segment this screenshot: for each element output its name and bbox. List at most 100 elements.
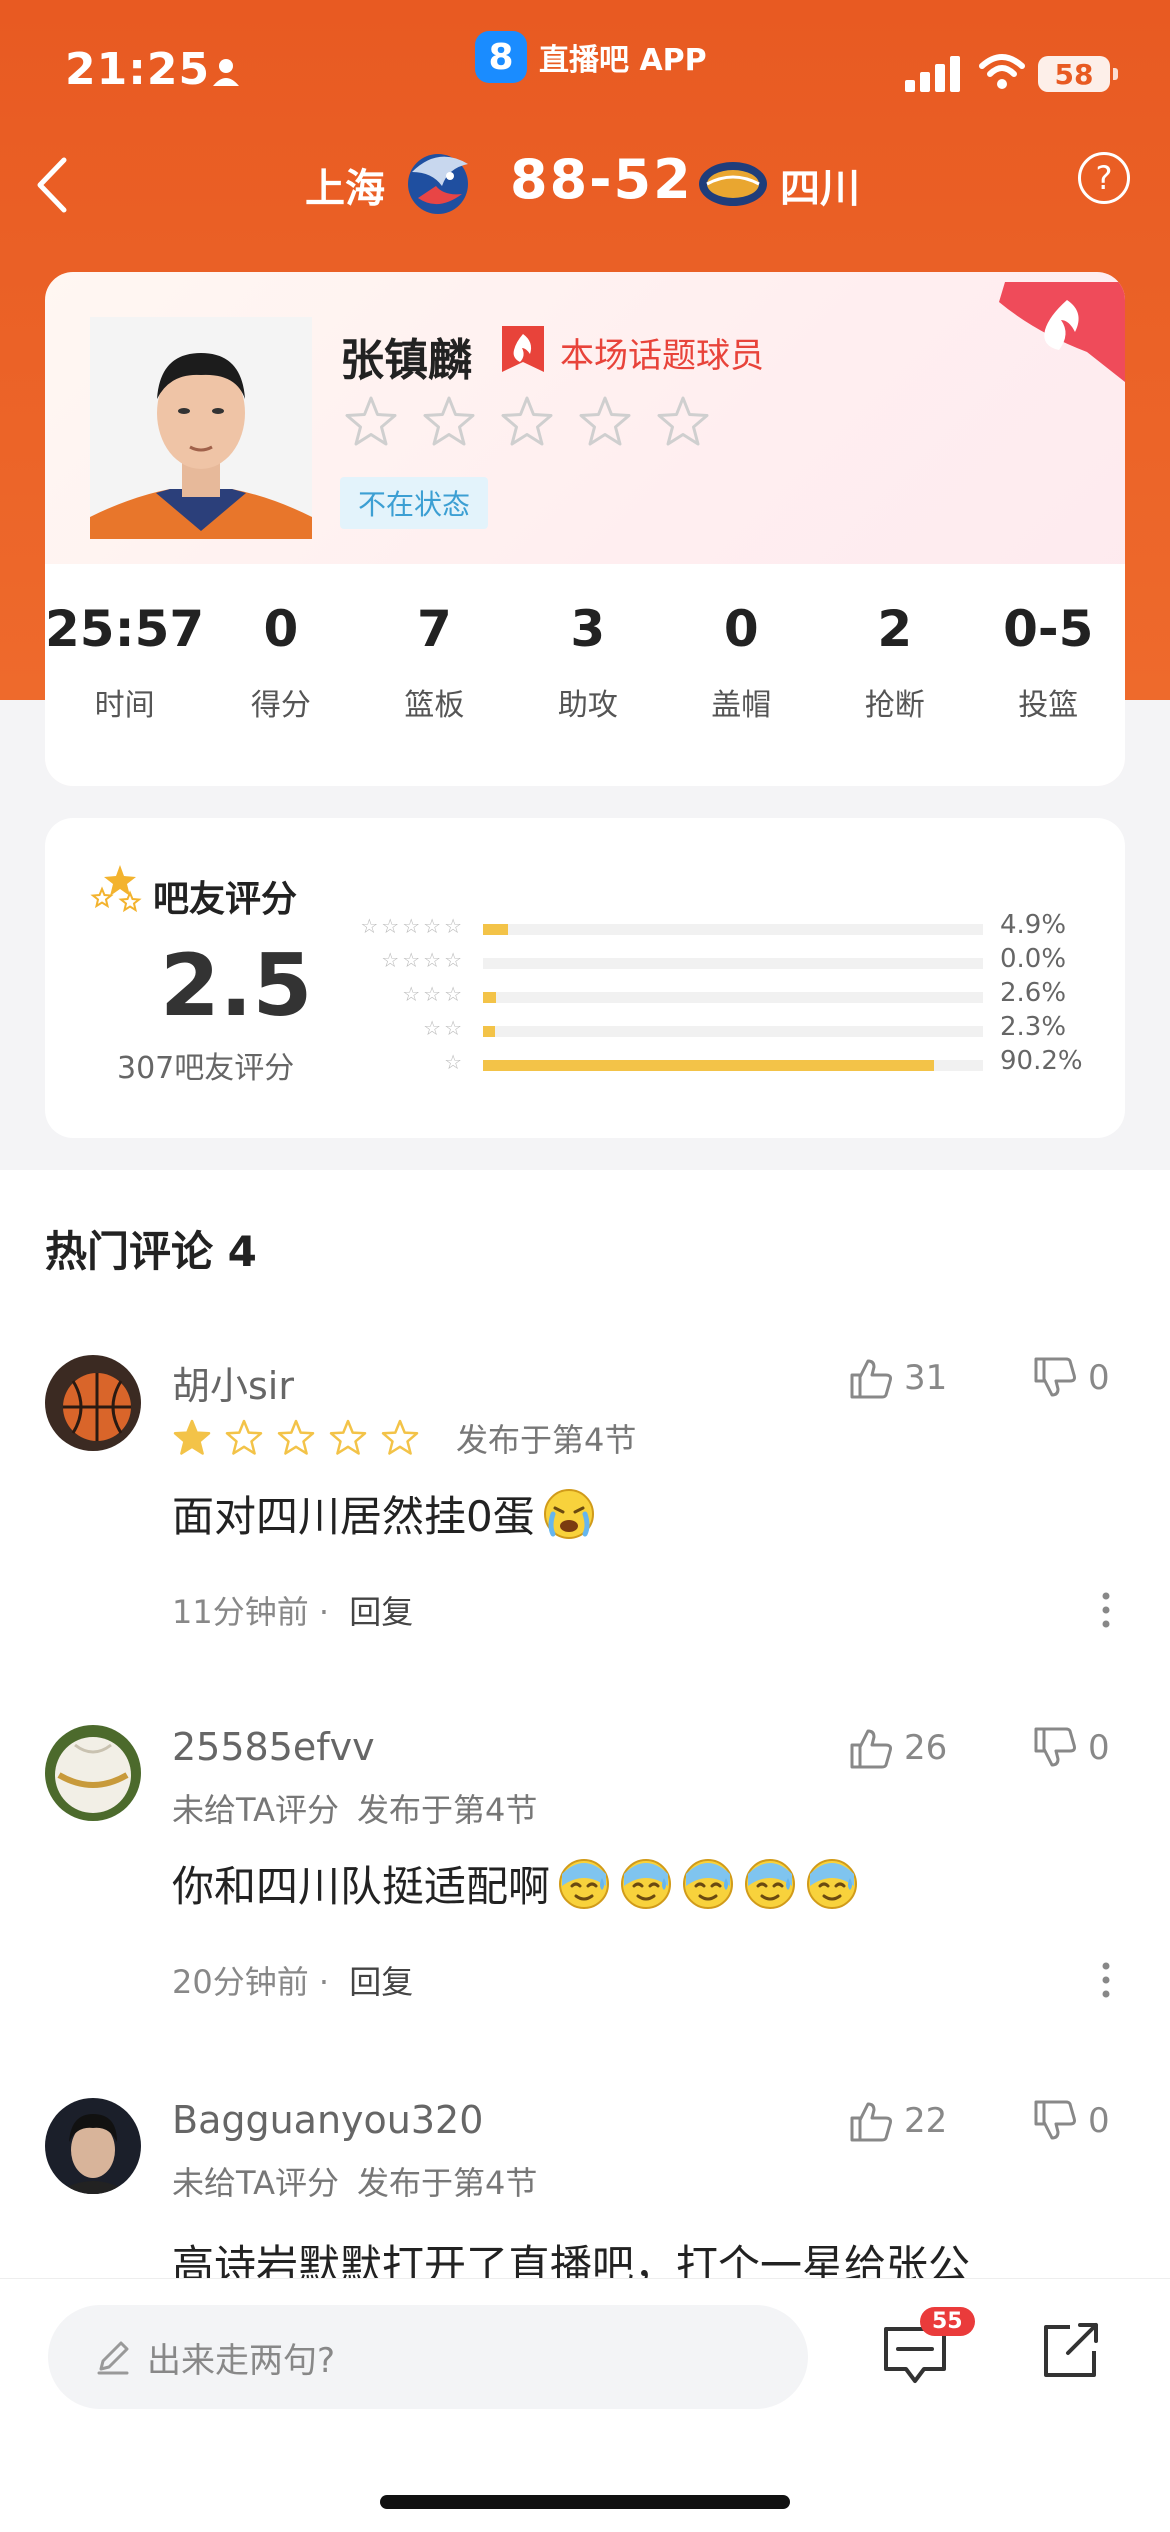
comment-time: 20分钟前 [172, 1963, 309, 2001]
distribution-bar-track [483, 992, 983, 1003]
distribution-bar-track [483, 1026, 983, 1037]
distribution-bar-track [483, 1060, 983, 1071]
dislike-button[interactable]: 0 [1032, 1725, 1110, 1771]
comment-input-placeholder: 出来走两句? [147, 2340, 336, 2381]
distribution-percent: 0.0% [1000, 944, 1067, 974]
hot-comments-title: 热门评论 4 [45, 1227, 257, 1276]
star-outline-icon[interactable] [421, 394, 477, 450]
star-outline-icon[interactable] [343, 394, 399, 450]
avatar[interactable] [45, 1355, 141, 1451]
share-icon[interactable] [1040, 2319, 1102, 2381]
home-team-name[interactable]: 上海 [305, 156, 385, 214]
comment-username[interactable]: 25585efvv [172, 1725, 375, 1769]
reply-button[interactable]: 回复 [349, 1963, 413, 2001]
star-level-icon: ☆☆☆☆ [381, 948, 465, 972]
comment-meta: 未给TA评分 发布于第4节 [172, 1785, 537, 1831]
rating-distribution-row: ☆☆☆☆☆ 4.9% [345, 910, 1105, 944]
hot-player-flag-icon [999, 282, 1125, 382]
fan-rating-title: 吧友评分 [153, 879, 298, 920]
dislike-count: 0 [1088, 1728, 1110, 1768]
like-count: 31 [904, 1358, 948, 1398]
comment-section: 发布于第4节 [356, 1791, 538, 1829]
avatar[interactable] [45, 1725, 141, 1821]
distribution-bar [483, 1060, 934, 1071]
more-options-icon[interactable] [1100, 1590, 1112, 1630]
avatar[interactable] [45, 2098, 141, 2194]
like-count: 22 [904, 2101, 948, 2141]
dislike-count: 0 [1088, 2101, 1110, 2141]
nav-bar: 上海 88-52 四川 ? [0, 130, 1170, 240]
comment-footer: 20分钟前 · 回复 [172, 1963, 414, 2001]
sweat-face-emoji-icon [807, 1858, 858, 1909]
star-outline-icon [225, 1419, 263, 1455]
stat-minutes: 25:57 时间 [45, 600, 205, 723]
dislike-button[interactable]: 0 [1032, 1355, 1110, 1401]
comment-meta: 未给TA评分 发布于第4节 [172, 2158, 537, 2204]
like-button[interactable]: 26 [848, 1725, 947, 1771]
more-options-icon[interactable] [1100, 1960, 1112, 2000]
reply-button[interactable]: 回复 [349, 1593, 413, 1631]
help-icon[interactable]: ? [1078, 152, 1130, 204]
sweat-face-emoji-icon [559, 1858, 610, 1909]
away-team-name[interactable]: 四川 [780, 156, 860, 214]
distribution-bar [483, 1026, 495, 1037]
stat-assists: 3 助攻 [557, 600, 618, 723]
rating-distribution-row: ☆ 90.2% [345, 1046, 1105, 1080]
thumbs-up-icon [850, 1359, 892, 1399]
rating-distribution-row: ☆☆ 2.3% [345, 1012, 1105, 1046]
distribution-bar-track [483, 924, 983, 935]
like-button[interactable]: 22 [848, 2098, 947, 2144]
battery-indicator: 58 [1038, 56, 1118, 92]
comment-section: 发布于第4节 [356, 2164, 538, 2202]
app-badge: 8 直播吧 APP [475, 30, 707, 84]
comment-user-rating [172, 1418, 420, 1458]
comment-time: 11分钟前 [172, 1593, 309, 1631]
hot-topic-icon [502, 326, 544, 372]
shanghai-sharks-logo[interactable] [398, 142, 478, 222]
like-count: 26 [904, 1728, 948, 1768]
thumbs-up-icon [850, 1729, 892, 1769]
star-outline-icon [381, 1419, 419, 1455]
crying-face-emoji-icon [543, 1488, 594, 1539]
star-level-icon: ☆ [444, 1050, 465, 1074]
player-name: 张镇麟 [340, 335, 472, 386]
comment-username[interactable]: Bagguanyou320 [172, 2098, 483, 2142]
star-outline-icon[interactable] [655, 394, 711, 450]
signal-icon [905, 56, 960, 92]
comment-meta: 发布于第4节 [172, 1415, 636, 1461]
thumbs-down-icon [1034, 2100, 1076, 2140]
comment-item: 胡小sir 发布于第4节 面对四川居然挂0蛋 11分钟前 · 回复 31 0 [0, 1355, 1170, 1695]
distribution-percent: 2.3% [1000, 1012, 1067, 1042]
rating-distribution-row: ☆☆☆☆ 0.0% [345, 944, 1105, 978]
like-button[interactable]: 31 [848, 1355, 947, 1401]
player-stats: 25:57 时间 0 得分 7 篮板 3 助攻 0 盖帽 2 抢断 0-5 投篮 [45, 600, 1125, 724]
player-card: 张镇麟 本场话题球员 不在状态 25:57 时间 0 得分 7 篮板 3 助攻 … [45, 272, 1125, 786]
pencil-icon [97, 2341, 129, 2375]
back-icon[interactable] [24, 150, 84, 220]
sweat-face-emoji-icon [745, 1858, 796, 1909]
stat-shooting: 0-5 投篮 [1003, 600, 1094, 723]
star-outline-icon [329, 1419, 367, 1455]
star-outline-icon[interactable] [499, 394, 555, 450]
comment-input[interactable]: 出来走两句? [48, 2305, 808, 2409]
stat-blocks: 0 盖帽 [711, 600, 772, 723]
star-outline-icon[interactable] [577, 394, 633, 450]
comment-text: 你和四川队挺适配啊 [172, 1853, 860, 1914]
rate-player-stars[interactable] [343, 394, 711, 450]
stat-steals: 2 抢断 [864, 600, 925, 723]
comment-username[interactable]: 胡小sir [172, 1355, 294, 1410]
sichuan-team-logo[interactable] [695, 148, 771, 218]
dislike-count: 0 [1088, 1358, 1110, 1398]
distribution-percent: 4.9% [1000, 910, 1067, 940]
comment-rating-text: 未给TA评分 [172, 2164, 339, 2202]
status-bar: 21:25 8 直播吧 APP 58 [0, 0, 1170, 140]
dislike-button[interactable]: 0 [1032, 2098, 1110, 2144]
comment-text: 面对四川居然挂0蛋 [172, 1483, 597, 1544]
comment-footer: 11分钟前 · 回复 [172, 1593, 414, 1631]
app-name: 直播吧 APP [539, 43, 707, 78]
person-icon [213, 59, 239, 86]
comment-section: 发布于第4节 [456, 1421, 637, 1459]
hot-topic-label: 本场话题球员 [560, 336, 764, 376]
comment-rating-text: 未给TA评分 [172, 1791, 339, 1829]
stat-points: 0 得分 [250, 600, 311, 723]
